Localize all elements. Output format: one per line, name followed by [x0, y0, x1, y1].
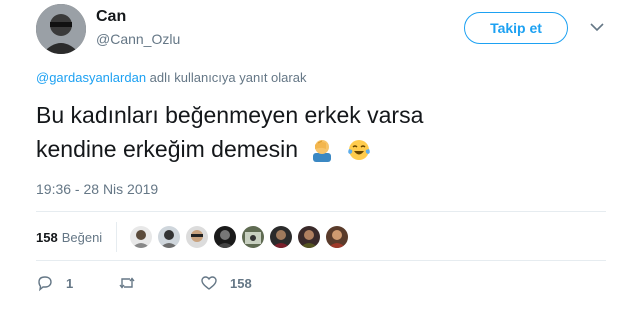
divider	[36, 260, 606, 261]
display-name[interactable]: Can	[96, 8, 126, 26]
reply-context-text: adlı kullanıcıya yanıt olarak	[146, 70, 307, 85]
reply-count: 1	[66, 275, 74, 291]
likes-row: 158 Beğeni	[36, 222, 353, 252]
avatar[interactable]	[36, 4, 86, 54]
divider	[36, 211, 606, 212]
retweet-icon[interactable]	[118, 274, 136, 292]
reply-context: @gardasyanlardan adlı kullanıcıya yanıt …	[36, 70, 306, 85]
tweet-actions: 1 158	[36, 274, 252, 292]
reply-icon[interactable]	[36, 274, 54, 292]
likes-count[interactable]: 158	[36, 230, 58, 245]
liker-avatar[interactable]	[269, 225, 294, 249]
tweet-text-line-1: Bu kadınları beğenmeyen erkek varsa	[36, 102, 424, 128]
reply-mention-link[interactable]: @gardasyanlardan	[36, 70, 146, 85]
liker-avatar[interactable]	[325, 225, 350, 249]
user-handle[interactable]: @Cann_Ozlu	[96, 31, 180, 47]
heart-icon[interactable]	[200, 274, 218, 292]
tweet-timestamp[interactable]: 19:36 - 28 Nis 2019	[36, 181, 158, 197]
chevron-down-icon[interactable]	[590, 22, 604, 32]
likes-label[interactable]: Beğeni	[62, 230, 102, 245]
liker-avatar[interactable]	[157, 225, 182, 249]
retweet-action[interactable]	[118, 274, 200, 292]
liker-avatar[interactable]	[185, 225, 210, 249]
like-count: 158	[230, 275, 252, 291]
tears-of-joy-emoji-icon	[348, 140, 370, 160]
facepalm-emoji-icon	[313, 140, 332, 162]
likers-separator	[116, 222, 118, 252]
tweet-text-line-2: kendine erkeğim demesin	[36, 132, 616, 166]
liker-avatar[interactable]	[297, 225, 322, 249]
follow-button[interactable]: Takip et	[464, 12, 568, 44]
reply-action[interactable]: 1	[36, 274, 118, 292]
liker-avatar[interactable]	[129, 225, 154, 249]
liker-avatar[interactable]	[241, 225, 266, 249]
liker-avatar[interactable]	[213, 225, 238, 249]
like-action[interactable]: 158	[200, 274, 252, 292]
tweet-text: Bu kadınları beğenmeyen erkek varsa kend…	[36, 98, 616, 166]
tweet-text-line-2-text: kendine erkeğim demesin	[36, 136, 299, 162]
